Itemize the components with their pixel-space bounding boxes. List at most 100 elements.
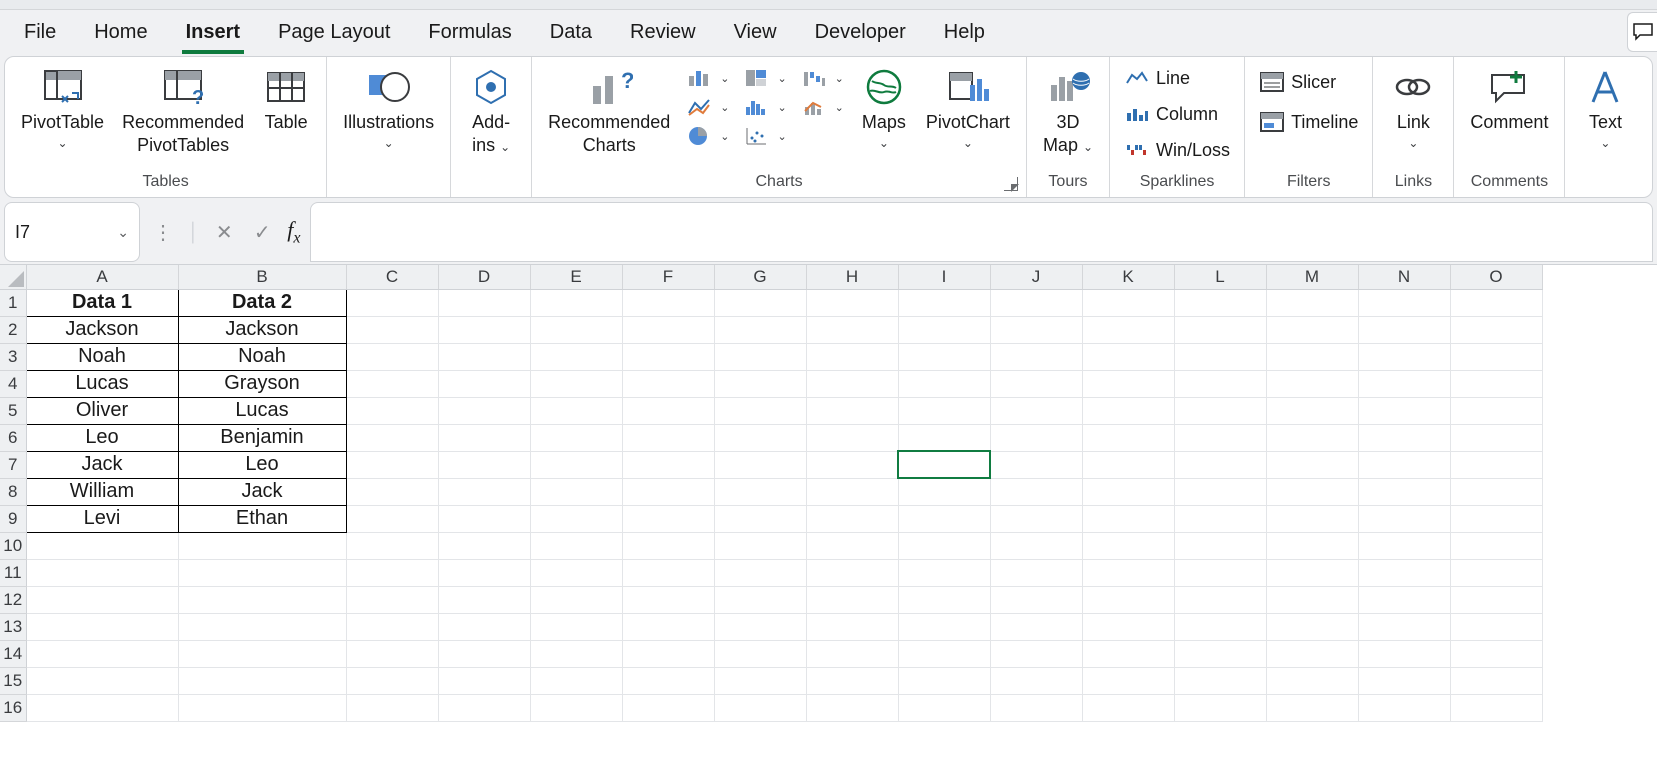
cell-C9[interactable] [346,505,438,532]
cell-M3[interactable] [1266,343,1358,370]
cell-B16[interactable] [178,694,346,721]
column-header-F[interactable]: F [622,265,714,289]
cell-A16[interactable] [26,694,178,721]
cell-D7[interactable] [438,451,530,478]
cell-I16[interactable] [898,694,990,721]
column-header-O[interactable]: O [1450,265,1542,289]
row-header-11[interactable]: 11 [0,559,26,586]
cell-C5[interactable] [346,397,438,424]
cell-L7[interactable] [1174,451,1266,478]
cell-O16[interactable] [1450,694,1542,721]
cell-J8[interactable] [990,478,1082,505]
charts-dialog-launcher[interactable] [1004,177,1018,191]
cell-J12[interactable] [990,586,1082,613]
cell-J4[interactable] [990,370,1082,397]
cell-E7[interactable] [530,451,622,478]
cell-I9[interactable] [898,505,990,532]
cell-D15[interactable] [438,667,530,694]
cell-M7[interactable] [1266,451,1358,478]
cell-K10[interactable] [1082,532,1174,559]
cell-N10[interactable] [1358,532,1450,559]
cell-B8[interactable]: Jack [178,478,346,505]
sparkline-line-button[interactable]: Line [1120,65,1234,91]
cell-N12[interactable] [1358,586,1450,613]
cell-J9[interactable] [990,505,1082,532]
cell-D14[interactable] [438,640,530,667]
cell-A2[interactable]: Jackson [26,316,178,343]
cell-F4[interactable] [622,370,714,397]
fx-icon[interactable]: fx [287,217,300,247]
cell-D5[interactable] [438,397,530,424]
cell-C13[interactable] [346,613,438,640]
select-all-corner[interactable] [0,265,26,289]
cell-B10[interactable] [178,532,346,559]
cell-J3[interactable] [990,343,1082,370]
cell-O4[interactable] [1450,370,1542,397]
cell-L4[interactable] [1174,370,1266,397]
cell-M10[interactable] [1266,532,1358,559]
row-header-13[interactable]: 13 [0,613,26,640]
cell-L10[interactable] [1174,532,1266,559]
cell-O1[interactable] [1450,289,1542,316]
cell-B13[interactable] [178,613,346,640]
recommended-charts-button[interactable]: ? Recommended Charts [542,63,676,158]
cell-M9[interactable] [1266,505,1358,532]
column-header-L[interactable]: L [1174,265,1266,289]
cell-C14[interactable] [346,640,438,667]
cell-N15[interactable] [1358,667,1450,694]
cell-L1[interactable] [1174,289,1266,316]
cell-I14[interactable] [898,640,990,667]
cell-H1[interactable] [806,289,898,316]
cell-G3[interactable] [714,343,806,370]
cell-F6[interactable] [622,424,714,451]
cell-K12[interactable] [1082,586,1174,613]
cell-C16[interactable] [346,694,438,721]
cell-E2[interactable] [530,316,622,343]
cell-M15[interactable] [1266,667,1358,694]
cell-C4[interactable] [346,370,438,397]
cell-C6[interactable] [346,424,438,451]
cell-B3[interactable]: Noah [178,343,346,370]
column-header-B[interactable]: B [178,265,346,289]
illustrations-button[interactable]: Illustrations ⌄ [337,63,440,153]
cell-A6[interactable]: Leo [26,424,178,451]
formula-input[interactable] [310,202,1653,262]
recommended-pivottables-button[interactable]: ? Recommended PivotTables [116,63,250,158]
cell-K2[interactable] [1082,316,1174,343]
cell-G7[interactable] [714,451,806,478]
statistic-chart-button[interactable]: ⌄ [739,94,790,120]
cell-M4[interactable] [1266,370,1358,397]
row-header-9[interactable]: 9 [0,505,26,532]
column-header-M[interactable]: M [1266,265,1358,289]
tab-help[interactable]: Help [940,15,989,54]
cell-B12[interactable] [178,586,346,613]
cell-L15[interactable] [1174,667,1266,694]
cell-C10[interactable] [346,532,438,559]
cancel-formula-button[interactable]: ✕ [211,220,237,245]
cell-H10[interactable] [806,532,898,559]
cell-G10[interactable] [714,532,806,559]
cell-J11[interactable] [990,559,1082,586]
cell-F13[interactable] [622,613,714,640]
cell-N6[interactable] [1358,424,1450,451]
cell-M14[interactable] [1266,640,1358,667]
cell-E15[interactable] [530,667,622,694]
cell-J13[interactable] [990,613,1082,640]
pivotchart-button[interactable]: PivotChart ⌄ [920,63,1016,153]
cell-K11[interactable] [1082,559,1174,586]
cell-H14[interactable] [806,640,898,667]
column-chart-button[interactable]: ⌄ [682,65,733,91]
cell-O10[interactable] [1450,532,1542,559]
cell-O15[interactable] [1450,667,1542,694]
cell-K7[interactable] [1082,451,1174,478]
cell-D3[interactable] [438,343,530,370]
cell-K9[interactable] [1082,505,1174,532]
cell-H15[interactable] [806,667,898,694]
tab-formulas[interactable]: Formulas [424,15,515,54]
cell-L6[interactable] [1174,424,1266,451]
formula-menu-button[interactable]: ⋮ [150,220,176,245]
cell-I15[interactable] [898,667,990,694]
cell-I3[interactable] [898,343,990,370]
cell-O5[interactable] [1450,397,1542,424]
cell-F7[interactable] [622,451,714,478]
